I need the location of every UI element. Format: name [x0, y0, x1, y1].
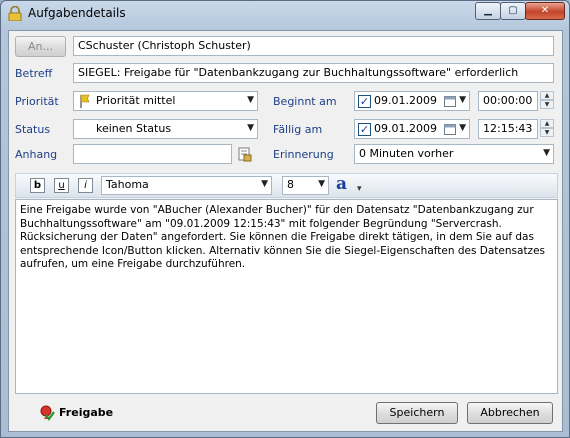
spin-up-icon[interactable]: ▲	[540, 119, 554, 128]
anhang-label: Anhang	[15, 148, 58, 161]
minimize-button[interactable]: ▁	[475, 2, 501, 20]
text-color-icon[interactable]: a	[336, 174, 347, 194]
spin-down-icon[interactable]: ▼	[540, 128, 554, 137]
cancel-button[interactable]: Abbrechen	[467, 402, 553, 424]
faellig-time[interactable]: 12:15:43	[478, 119, 538, 139]
close-button[interactable]: ✕	[525, 2, 565, 20]
chevron-down-icon: ▼	[261, 179, 268, 189]
betreff-field[interactable]: SIEGEL: Freigabe für "Datenbankzugang zu…	[73, 63, 554, 83]
window-title: Aufgabendetails	[28, 6, 126, 20]
close-icon: ✕	[540, 5, 550, 16]
underline-button[interactable]: u	[54, 178, 69, 193]
maximize-icon: ▢	[508, 5, 518, 16]
prioritaet-label: Priorität	[15, 95, 59, 108]
description-editor[interactable]: Eine Freigabe wurde von "ABucher (Alexan…	[15, 199, 558, 394]
calendar-icon	[444, 124, 456, 135]
spin-down-icon[interactable]: ▼	[540, 100, 554, 109]
spin-up-icon[interactable]: ▲	[540, 91, 554, 100]
prioritaet-select[interactable]: Priorität mittel ▼	[73, 91, 258, 111]
erinnerung-select[interactable]: 0 Minuten vorher ▼	[354, 144, 554, 164]
betreff-label: Betreff	[15, 67, 53, 80]
lock-icon	[8, 6, 22, 21]
freigabe-label: Freigabe	[59, 406, 114, 419]
font-select[interactable]: Tahoma ▼	[101, 176, 272, 195]
anhang-field[interactable]	[73, 144, 232, 164]
beginnt-checkbox[interactable]: ✓	[358, 95, 371, 108]
chevron-down-icon: ▼	[543, 148, 550, 158]
chevron-down-icon: ▼	[247, 95, 254, 105]
faellig-label: Fällig am	[273, 123, 323, 136]
faellig-time-spinner[interactable]: ▲ ▼	[540, 119, 554, 138]
calendar-icon	[444, 96, 456, 107]
chevron-down-icon: ▼	[459, 123, 466, 133]
approve-icon	[40, 405, 55, 421]
beginnt-date-picker[interactable]: ✓ 09.01.2009 ▼	[354, 91, 470, 111]
format-toolbar: b u i Tahoma ▼ 8 ▼ a ▾	[15, 173, 558, 198]
faellig-date: 09.01.2009	[374, 122, 437, 135]
faellig-checkbox[interactable]: ✓	[358, 123, 371, 136]
status-value: keinen Status	[96, 122, 172, 135]
beginnt-time[interactable]: 00:00:00	[478, 91, 538, 111]
beginnt-date: 09.01.2009	[374, 94, 437, 107]
faellig-date-picker[interactable]: ✓ 09.01.2009 ▼	[354, 119, 470, 139]
dialog-content: An... CSchuster (Christoph Schuster) Bet…	[8, 30, 563, 432]
status-select[interactable]: keinen Status ▼	[73, 119, 258, 139]
save-button[interactable]: Speichern	[376, 402, 458, 424]
flag-icon	[80, 94, 90, 108]
status-label: Status	[15, 123, 51, 136]
font-size-select[interactable]: 8 ▼	[282, 176, 329, 195]
minimize-icon: ▁	[484, 5, 492, 16]
erinnerung-label: Erinnerung	[273, 148, 334, 161]
font-size-value: 8	[287, 178, 294, 191]
title-bar[interactable]: Aufgabendetails ▁ ▢ ✕	[1, 1, 569, 27]
dialog-window: Aufgabendetails ▁ ▢ ✕ An... CSchuster (C…	[0, 0, 570, 438]
bold-button[interactable]: b	[30, 178, 45, 193]
maximize-button[interactable]: ▢	[500, 2, 526, 20]
font-value: Tahoma	[106, 178, 149, 191]
prioritaet-value: Priorität mittel	[96, 94, 176, 107]
chevron-down-icon: ▼	[318, 179, 325, 189]
an-button[interactable]: An...	[15, 36, 66, 57]
toolbar-overflow-icon[interactable]: ▾	[357, 184, 362, 194]
chevron-down-icon: ▼	[247, 123, 254, 133]
italic-button[interactable]: i	[78, 178, 93, 193]
attachment-icon[interactable]	[238, 147, 252, 162]
erinnerung-value: 0 Minuten vorher	[359, 147, 454, 160]
beginnt-time-spinner[interactable]: ▲ ▼	[540, 91, 554, 110]
beginnt-label: Beginnt am	[273, 95, 337, 108]
an-field[interactable]: CSchuster (Christoph Schuster)	[73, 36, 554, 56]
chevron-down-icon: ▼	[459, 95, 466, 105]
